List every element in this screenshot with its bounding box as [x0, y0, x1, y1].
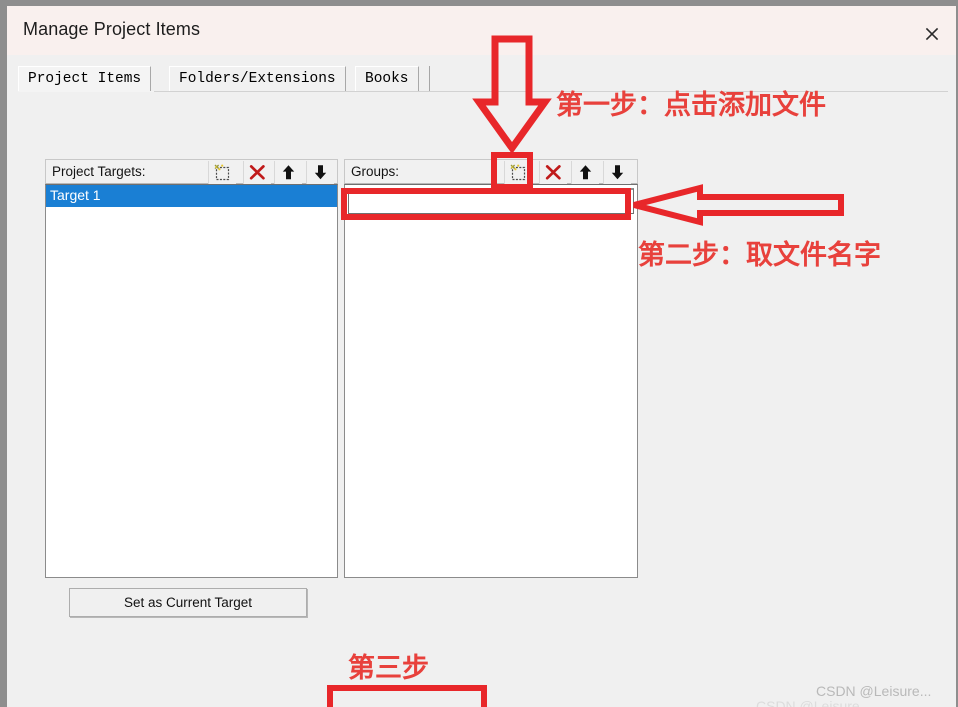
groups-delete-button[interactable] — [539, 161, 567, 184]
window-title: Manage Project Items — [23, 19, 201, 39]
tab-strip: Project Items Folders/Extensions Books — [18, 66, 948, 92]
group-name-input[interactable] — [348, 188, 634, 214]
move-up-icon — [572, 164, 599, 181]
set-as-current-target-button[interactable]: Set as Current Target — [69, 588, 307, 617]
move-down-icon — [307, 164, 334, 181]
tab-project-items[interactable]: Project Items — [18, 66, 152, 92]
tab-strip-underline — [18, 91, 948, 92]
close-button[interactable] — [914, 18, 950, 48]
targets-move-up-button[interactable] — [274, 161, 302, 184]
groups-header: Groups: — [344, 159, 638, 184]
delete-icon — [540, 164, 567, 181]
move-down-icon — [604, 164, 631, 181]
project-targets-list[interactable]: Target 1 — [45, 184, 338, 578]
tab-folders-extensions[interactable]: Folders/Extensions — [169, 66, 346, 92]
project-targets-header: Project Targets: — [45, 159, 338, 184]
new-item-icon — [505, 164, 532, 181]
close-icon — [914, 25, 950, 43]
groups-list[interactable] — [344, 184, 638, 578]
screenshot-root: Manage Project Items Project Items Folde… — [0, 0, 958, 707]
groups-label: Groups: — [351, 164, 400, 179]
project-targets-label: Project Targets: — [52, 164, 146, 179]
targets-move-down-button[interactable] — [306, 161, 334, 184]
tab-strip-end-divider — [429, 66, 430, 92]
tab-selected-underline — [18, 91, 154, 92]
targets-new-button[interactable] — [208, 161, 236, 184]
groups-move-down-button[interactable] — [603, 161, 631, 184]
new-item-icon — [209, 164, 236, 181]
targets-delete-button[interactable] — [243, 161, 271, 184]
tab-books[interactable]: Books — [355, 66, 419, 92]
dialog-client-area: Project Items Folders/Extensions Books P… — [7, 55, 956, 707]
delete-icon — [244, 164, 271, 181]
groups-new-button[interactable] — [504, 161, 532, 184]
window-border-left — [0, 0, 7, 707]
move-up-icon — [275, 164, 302, 181]
title-bar: Manage Project Items — [7, 6, 956, 55]
groups-move-up-button[interactable] — [571, 161, 599, 184]
list-item[interactable]: Target 1 — [46, 185, 337, 207]
